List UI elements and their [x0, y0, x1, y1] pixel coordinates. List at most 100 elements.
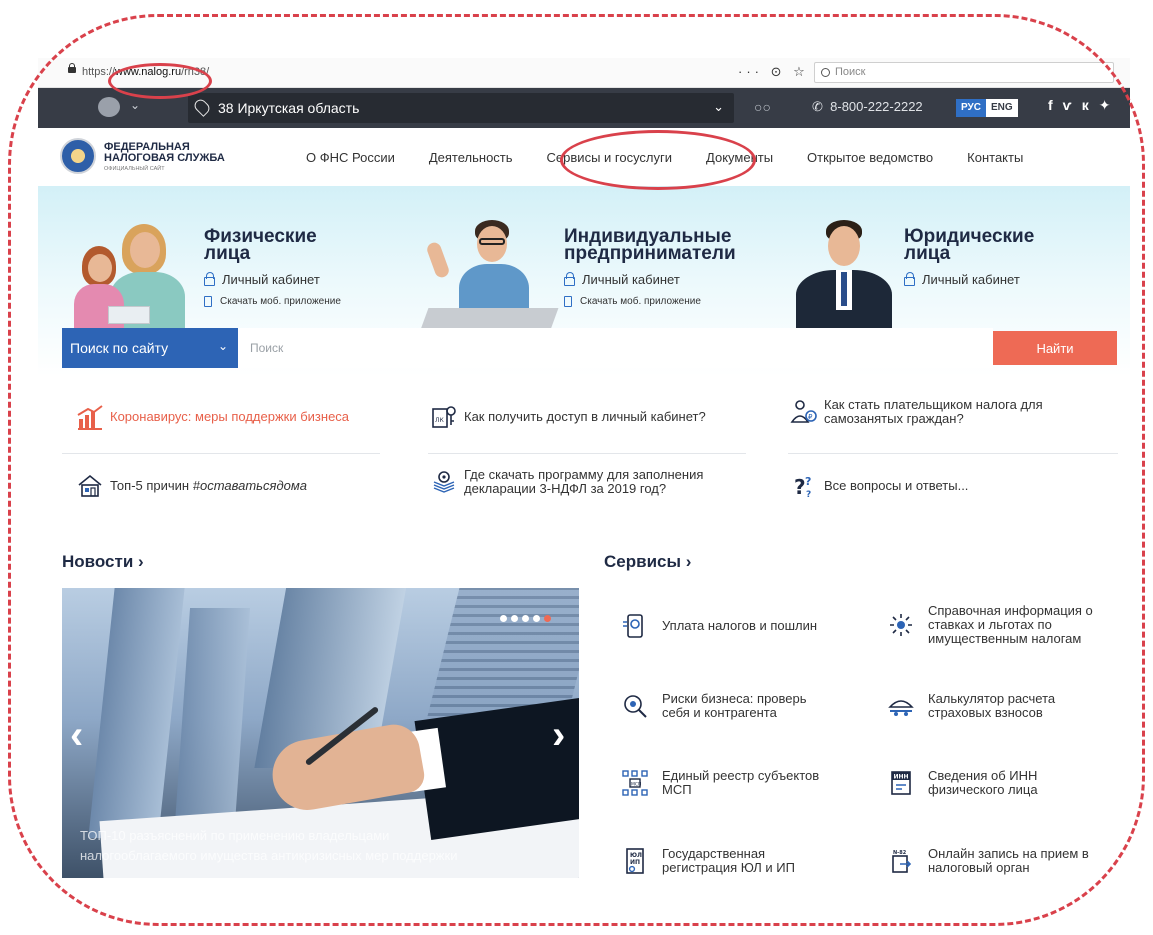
lock-icon	[904, 271, 915, 286]
divider	[428, 453, 746, 454]
appointment-form-icon: N-82	[892, 850, 912, 873]
entrepreneurs-title[interactable]: Индивидуальные предприниматели	[564, 227, 736, 263]
lock-icon	[68, 63, 76, 73]
search-button[interactable]: Найти	[993, 331, 1117, 365]
mobile-icon	[204, 296, 212, 307]
service-tax-rates-info[interactable]: Справочная информация о ставках и льготах…	[888, 604, 1093, 646]
quicklink-self-employed[interactable]: ₽ Как стать плательщиком налога для самоз…	[790, 398, 1043, 426]
svg-text:МСП: МСП	[631, 782, 641, 788]
service-state-registration[interactable]: ЮЛ ИП Государственная регистрация ЮЛ и ИП	[622, 847, 795, 875]
hotline-phone[interactable]: ✆ 8-800-222-2222	[812, 99, 923, 115]
questions-icon: ???	[794, 475, 811, 500]
registry-network-icon: МСП	[622, 770, 648, 796]
facebook-icon[interactable]: f	[1048, 97, 1063, 113]
lock-icon	[204, 271, 215, 286]
download-gear-icon	[433, 471, 455, 493]
category-individuals: Физические лица Личный кабинет Скачать мо…	[204, 227, 341, 307]
accessibility-glasses-icon[interactable]: ○○	[754, 99, 771, 115]
carousel-dots	[500, 615, 555, 622]
legal-entities-cabinet-link[interactable]: Личный кабинет	[904, 271, 1034, 287]
individuals-cabinet-link[interactable]: Личный кабинет	[204, 271, 341, 287]
carousel-next-icon[interactable]: ›	[552, 713, 565, 758]
category-entrepreneurs: Индивидуальные предприниматели Личный каб…	[564, 227, 736, 307]
service-online-appointment[interactable]: N-82 Онлайн запись на прием в налоговый о…	[888, 847, 1089, 875]
umbrella-icon	[888, 700, 914, 716]
browser-actions[interactable]: ··· ⊙ ☆	[738, 64, 809, 80]
individuals-title[interactable]: Физические лица	[204, 227, 341, 263]
mobile-icon	[564, 296, 572, 307]
carousel-dot[interactable]	[500, 615, 507, 622]
carousel-dot[interactable]	[533, 615, 540, 622]
lock-icon	[564, 271, 575, 286]
chevron-down-icon: ⌄	[217, 339, 228, 353]
carousel-dot-active[interactable]	[544, 615, 551, 622]
social-links[interactable]: fѵк✦	[1048, 97, 1120, 114]
entrepreneurs-app-link[interactable]: Скачать моб. приложение	[564, 296, 736, 307]
browser-screen: https://www.nalog.ru/rn38/ ··· ⊙ ☆ Поиск…	[38, 58, 1130, 926]
chevron-down-icon[interactable]: ⌄	[130, 98, 140, 112]
quicklink-covid[interactable]: Коронавирус: меры поддержки бизнеса	[76, 403, 349, 431]
building-shape	[173, 608, 251, 838]
region-label: 38 Иркутская область	[218, 100, 360, 116]
site-search-input[interactable]: Поиск	[238, 328, 993, 368]
carousel-dot[interactable]	[511, 615, 518, 622]
chevron-down-icon: ⌄	[713, 99, 724, 114]
lang-ru[interactable]: РУС	[956, 99, 986, 117]
cabinet-key-icon: ЛК	[432, 406, 456, 428]
payment-terminal-icon	[623, 614, 643, 638]
quicklink-faq[interactable]: ??? Все вопросы и ответы...	[790, 472, 968, 500]
divider	[62, 453, 380, 454]
nav-contacts[interactable]: Контакты	[967, 150, 1023, 165]
location-pin-icon	[192, 97, 212, 117]
info-sparkle-icon	[890, 614, 912, 636]
individuals-app-link[interactable]: Скачать моб. приложение	[204, 296, 341, 307]
lang-en[interactable]: ENG	[985, 99, 1018, 117]
carousel-dot[interactable]	[522, 615, 529, 622]
language-switch[interactable]: РУС ENG	[956, 99, 1018, 117]
entrepreneurs-cabinet-link[interactable]: Личный кабинет	[564, 271, 736, 287]
svg-text:ИНН: ИНН	[894, 774, 909, 781]
news-carousel[interactable]: ‹ › ТОП-10 разъяснений по применению вла…	[62, 588, 579, 878]
top-strip: ⌄ 38 Иркутская область ⌄ ○○ ✆ 8-800-222-…	[38, 88, 1130, 128]
house-icon	[78, 474, 102, 497]
quicklink-cabinet-access[interactable]: ЛК Как получить доступ в личный кабинет?	[430, 403, 706, 431]
emblem-icon[interactable]	[98, 97, 120, 117]
svg-text:?: ?	[806, 490, 811, 500]
site-logo[interactable]: ФЕДЕРАЛЬНАЯ НАЛОГОВАЯ СЛУЖБА ОФИЦИАЛЬНЫЙ…	[104, 142, 225, 175]
region-select[interactable]: 38 Иркутская область ⌄	[188, 93, 734, 123]
svg-text:?: ?	[794, 475, 806, 499]
svg-text:?: ?	[805, 475, 811, 488]
carousel-prev-icon[interactable]: ‹	[70, 713, 83, 758]
svg-text:₽: ₽	[808, 413, 813, 421]
inn-document-icon: ИНН	[891, 771, 911, 795]
divider	[788, 453, 1118, 454]
nav-activity[interactable]: Деятельность	[429, 150, 513, 165]
service-msp-registry[interactable]: МСП Единый реестр субъектов МСП	[622, 769, 819, 797]
registration-document-icon: ЮЛИП	[626, 848, 644, 874]
self-employed-person-icon: ₽	[790, 400, 817, 423]
services-section-title[interactable]: Сервисы ›	[604, 552, 691, 572]
service-insurance-calculator[interactable]: Калькулятор расчета страховых взносов	[888, 692, 1055, 720]
nav-open-agency[interactable]: Открытое ведомство	[807, 150, 933, 165]
service-inn-info[interactable]: ИНН Сведения об ИНН физического лица	[888, 769, 1038, 797]
legal-entities-photo	[788, 220, 898, 332]
svg-text:N-82: N-82	[893, 850, 907, 856]
vk-icon[interactable]: ѵк	[1063, 97, 1099, 113]
site-search: Поиск по сайту ⌄ Поиск Найти	[62, 328, 1117, 368]
fns-emblem-icon[interactable]	[60, 138, 96, 174]
news-section-title[interactable]: Новости ›	[62, 552, 144, 572]
twitter-icon[interactable]: ✦	[1099, 97, 1121, 113]
news-caption[interactable]: ТОП-10 разъяснений по применению владель…	[80, 826, 560, 866]
service-tax-payment[interactable]: Уплата налогов и пошлин	[622, 613, 817, 639]
browser-search-input[interactable]: Поиск	[814, 62, 1114, 83]
quicklink-stay-home[interactable]: Топ-5 причин #оставатьсядома	[76, 472, 307, 500]
entrepreneurs-photo	[417, 218, 559, 338]
svg-text:ЮЛ: ЮЛ	[630, 852, 642, 859]
quicklink-ndfl-program[interactable]: Где скачать программу для заполнения декл…	[430, 468, 703, 496]
phone-icon: ✆	[812, 99, 823, 114]
building-shape	[88, 588, 186, 838]
nav-about[interactable]: О ФНС России	[306, 150, 395, 165]
legal-entities-title[interactable]: Юридические лица	[904, 227, 1034, 263]
search-scope-select[interactable]: Поиск по сайту ⌄	[62, 328, 238, 368]
service-business-risks[interactable]: Риски бизнеса: проверь себя и контрагента	[622, 692, 807, 720]
